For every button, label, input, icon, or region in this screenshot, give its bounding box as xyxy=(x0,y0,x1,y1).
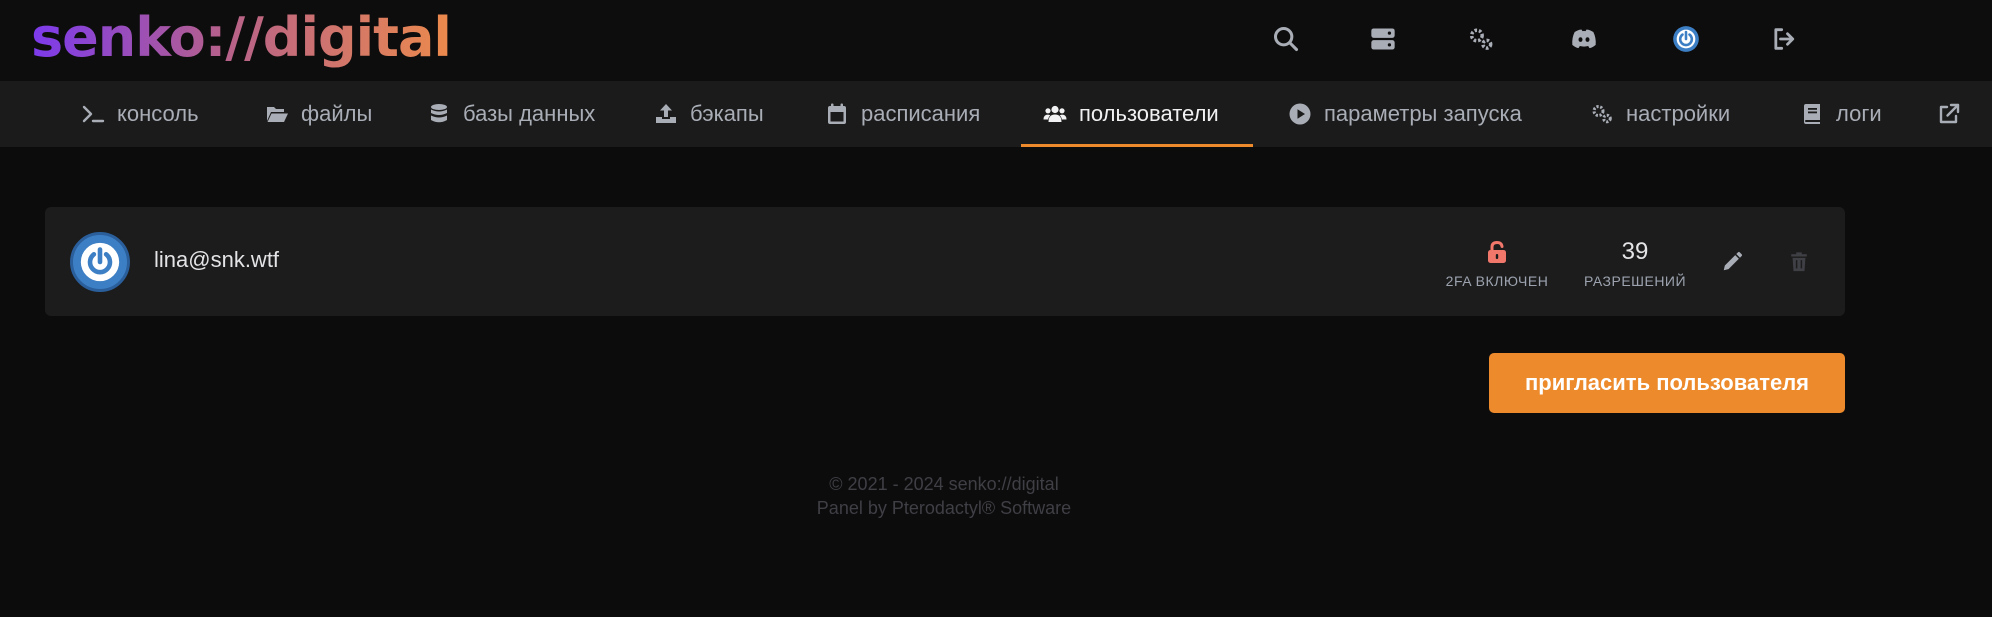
tab-files[interactable]: файлы xyxy=(265,81,372,147)
users-icon xyxy=(1043,105,1067,122)
user-row[interactable]: lina@snk.wtf 2FA ВКЛЮЧЕН 39 РАЗРЕШЕНИЙ xyxy=(45,207,1845,316)
tab-settings-label: настройки xyxy=(1626,101,1731,126)
cogs-icon[interactable] xyxy=(1463,21,1499,57)
twofa-label: 2FA ВКЛЮЧЕН xyxy=(1445,273,1549,289)
tab-console-label: консоль xyxy=(117,101,199,126)
tab-logs-label: логи xyxy=(1836,101,1882,126)
search-icon[interactable] xyxy=(1268,21,1304,57)
footer-credit[interactable]: Panel by Pterodactyl® Software xyxy=(0,496,1888,520)
tab-startup[interactable]: параметры запуска xyxy=(1288,81,1522,147)
external-link-icon xyxy=(1939,103,1960,124)
user-avatar xyxy=(70,232,130,292)
tab-console[interactable]: консоль xyxy=(81,81,199,147)
cogs-icon xyxy=(1592,105,1612,124)
invite-user-button[interactable]: пригласить пользователя xyxy=(1489,353,1845,413)
external-link-button[interactable] xyxy=(1937,81,1973,147)
book-icon xyxy=(1804,104,1820,124)
tab-settings[interactable]: настройки xyxy=(1590,81,1730,147)
top-bar: senko://digital xyxy=(0,0,1992,81)
twofa-status: 2FA ВКЛЮЧЕН xyxy=(1437,237,1557,289)
discord-icon[interactable] xyxy=(1566,21,1602,57)
logout-icon[interactable] xyxy=(1766,21,1802,57)
user-email: lina@snk.wtf xyxy=(154,247,280,272)
terminal-icon xyxy=(82,105,105,123)
tab-databases[interactable]: базы данных xyxy=(427,81,595,147)
calendar-icon xyxy=(828,103,846,124)
footer-copyright: © 2021 - 2024 senko://digital xyxy=(829,474,1059,494)
permissions-label: РАЗРЕШЕНИЙ xyxy=(1583,273,1687,289)
tab-files-label: файлы xyxy=(301,101,373,126)
trash-icon xyxy=(1791,252,1807,272)
database-icon xyxy=(431,104,447,123)
tab-users-label: пользователи xyxy=(1079,101,1219,126)
delete-user-button[interactable] xyxy=(1784,247,1814,277)
active-tab-underline xyxy=(1021,144,1253,147)
server-nav: консоль файлы базы данных бэкапы расписа… xyxy=(0,81,1992,147)
tab-schedules[interactable]: расписания xyxy=(825,81,980,147)
server-icon[interactable] xyxy=(1365,21,1401,57)
tab-users[interactable]: пользователи xyxy=(1043,81,1219,147)
tab-logs[interactable]: логи xyxy=(1800,81,1882,147)
permissions-number: 39 xyxy=(1621,238,1649,265)
edit-user-button[interactable] xyxy=(1717,247,1747,277)
tab-backups[interactable]: бэкапы xyxy=(654,81,764,147)
unlock-icon xyxy=(1488,240,1506,263)
site-logo[interactable]: senko://digital xyxy=(31,6,452,70)
power-icon xyxy=(80,242,120,282)
upload-icon xyxy=(656,104,676,123)
folder-open-icon xyxy=(267,107,288,122)
avatar-icon[interactable] xyxy=(1668,21,1704,57)
tab-backups-label: бэкапы xyxy=(690,101,764,126)
pencil-icon xyxy=(1723,251,1743,271)
footer: © 2021 - 2024 senko://digital Panel by P… xyxy=(0,472,1888,520)
play-circle-icon xyxy=(1289,103,1311,125)
tab-databases-label: базы данных xyxy=(463,101,596,126)
tab-startup-label: параметры запуска xyxy=(1324,101,1522,126)
tab-schedules-label: расписания xyxy=(861,101,981,126)
permissions-count: 39 РАЗРЕШЕНИЙ xyxy=(1575,237,1695,289)
